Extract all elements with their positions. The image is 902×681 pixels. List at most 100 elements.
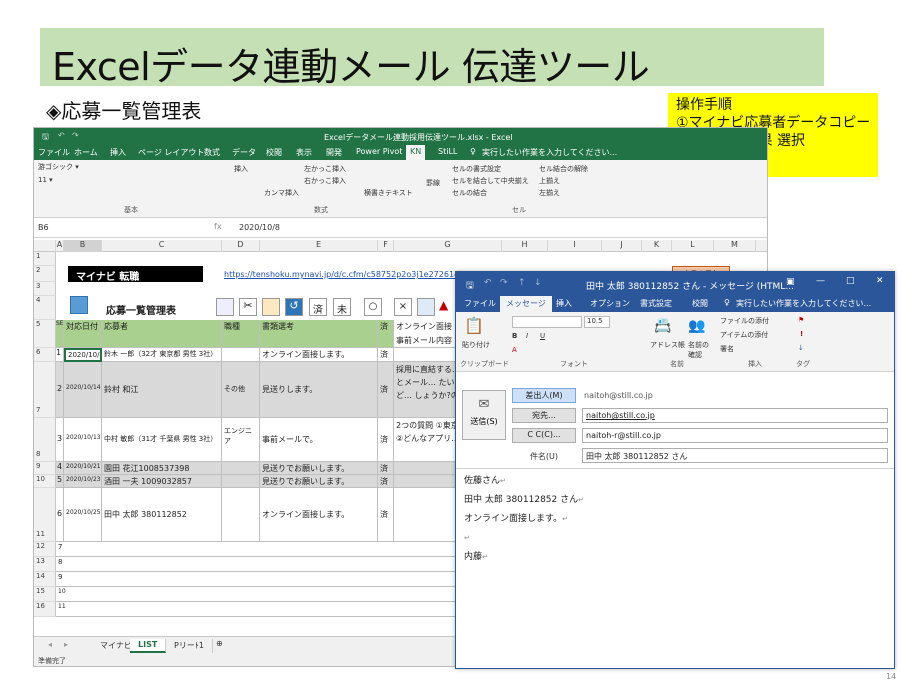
down-icon[interactable]: ↓	[534, 278, 542, 288]
insert-menu[interactable]: 挿入	[234, 164, 248, 174]
tab-developer[interactable]: 開発	[326, 147, 342, 158]
insert-right-paren[interactable]: 右かっこ挿入	[304, 176, 346, 186]
col-f[interactable]: F	[378, 240, 394, 252]
up-icon[interactable]: ↑	[518, 278, 526, 288]
tab-format[interactable]: 書式設定	[640, 298, 672, 309]
tab-page-layout[interactable]: ページ レイアウト	[138, 147, 204, 158]
col-g[interactable]: G	[394, 240, 502, 252]
tab-insert[interactable]: 挿入	[110, 147, 126, 158]
cut-icon[interactable]: ✂	[239, 298, 257, 316]
row-header[interactable]: 8	[34, 418, 56, 462]
align-left[interactable]: 左揃え	[539, 188, 560, 198]
unmerge-cells[interactable]: セル結合の解除	[539, 164, 588, 174]
bold-icon[interactable]: B	[512, 332, 517, 340]
row-header[interactable]: 5	[34, 320, 56, 348]
cell-screening[interactable]: 見送りします。	[260, 362, 378, 418]
insert-comma[interactable]: カンマ挿入	[264, 188, 299, 198]
tab-formulas[interactable]: 数式	[204, 147, 220, 158]
tab-file[interactable]: ファイル	[38, 147, 70, 158]
scroll-right-icon[interactable]: ▸	[64, 640, 68, 649]
row-header[interactable]: 9	[34, 462, 56, 475]
align-top[interactable]: 上揃え	[539, 176, 560, 186]
tab-file[interactable]: ファイル	[464, 298, 496, 309]
cell-seq[interactable]: 4	[56, 462, 64, 475]
cell-screening[interactable]: 見送りでお願いします。	[260, 475, 378, 488]
done-button[interactable]: 済	[309, 298, 327, 316]
ribbon-display-icon[interactable]: ▣	[786, 277, 795, 287]
col-h[interactable]: H	[502, 240, 548, 252]
col-i[interactable]: I	[548, 240, 602, 252]
formula-input[interactable]: 2020/10/8	[239, 223, 280, 232]
row-header[interactable]: 4	[34, 296, 56, 320]
cell-applicant[interactable]: 園田 花江1008537398	[102, 462, 222, 475]
cell-seq[interactable]: 11	[56, 602, 502, 617]
cell-seq[interactable]: 10	[56, 587, 502, 602]
cell-date[interactable]: 2020/10/25	[64, 488, 102, 542]
cell-job[interactable]	[222, 462, 260, 475]
flag-icon[interactable]: ⚑	[798, 316, 804, 324]
mynavi-link[interactable]: https://tenshoku.mynavi.jp/d/c.cfm/c5875…	[224, 270, 467, 279]
font-name-box[interactable]	[512, 316, 582, 328]
col-a[interactable]: A	[56, 240, 64, 252]
cell-date-selected[interactable]: 2020/10/8	[64, 348, 102, 362]
undo-icon[interactable]: ↶	[484, 278, 492, 288]
cell-seq[interactable]: 7	[56, 542, 502, 557]
font-size-box[interactable]: 10.5	[584, 316, 610, 328]
row-header[interactable]: 2	[34, 266, 56, 282]
tab-insert[interactable]: 挿入	[556, 298, 572, 309]
tab-options[interactable]: オプション	[590, 298, 630, 309]
cell-done[interactable]: 済	[378, 475, 394, 488]
save-icon[interactable]: 🖫	[42, 131, 49, 145]
high-importance-icon[interactable]: !	[800, 330, 803, 338]
font-color-icon[interactable]: A	[512, 346, 517, 354]
subject-field[interactable]: 田中 太郎 380112852 さん	[582, 448, 888, 463]
col-c[interactable]: C	[102, 240, 222, 252]
row-header[interactable]: 7	[34, 362, 56, 418]
col-e[interactable]: E	[260, 240, 378, 252]
address-book-button[interactable]: アドレス帳	[650, 340, 685, 350]
cell-applicant[interactable]: 鈴木 一郎（32才 東京都 男性 3社）	[102, 348, 222, 362]
message-body[interactable]: 佐藤さん↵ 田中 太郎 380112852 さん↵ オンライン面接します。↵ ↵…	[464, 472, 884, 662]
col-j[interactable]: J	[602, 240, 642, 252]
cell-applicant[interactable]: 酒田 一夫 1009032857	[102, 475, 222, 488]
tab-message[interactable]: メッセージ	[500, 296, 552, 312]
paste-button[interactable]: 貼り付け	[462, 340, 490, 350]
cell-job[interactable]	[222, 488, 260, 542]
horizontal-text[interactable]: 横書きテキスト	[364, 188, 413, 198]
not-done-button[interactable]: 未	[333, 298, 351, 316]
cell-date[interactable]: 2020/10/21	[64, 462, 102, 475]
col-k[interactable]: K	[642, 240, 672, 252]
check-names-button[interactable]: 名前の確認	[688, 340, 712, 360]
from-button[interactable]: 差出人(M)	[512, 388, 576, 403]
cc-field[interactable]: naitoh-r@still.co.jp	[582, 428, 888, 443]
row-header[interactable]: 6	[34, 348, 56, 362]
tab-review[interactable]: 校閲	[266, 147, 282, 158]
col-l[interactable]: L	[672, 240, 714, 252]
col-b[interactable]: B	[64, 240, 102, 252]
cell-screening[interactable]: オンライン面接します。	[260, 348, 378, 362]
cell-screening[interactable]: 事前メールで。	[260, 418, 378, 462]
tab-power-pivot[interactable]: Power Pivot	[356, 147, 402, 156]
paste-icon[interactable]	[262, 298, 280, 316]
cross-button[interactable]: ×	[394, 298, 412, 316]
row-header[interactable]: 15	[34, 587, 56, 602]
scroll-left-icon[interactable]: ◂	[48, 640, 52, 649]
col-m[interactable]: M	[714, 240, 756, 252]
tell-me-input[interactable]: 実行したい作業を入力してください...	[736, 298, 871, 309]
redo-icon[interactable]: ↷	[72, 131, 79, 140]
tab-data[interactable]: データ	[232, 147, 256, 158]
format-cells[interactable]: セルの書式設定	[452, 164, 501, 174]
cell-seq[interactable]: 1	[56, 348, 64, 362]
cell-seq[interactable]: 5	[56, 475, 64, 488]
send-button[interactable]: ✉ 送信(S)	[462, 390, 506, 440]
row-header[interactable]: 16	[34, 602, 56, 617]
row-header[interactable]: 12	[34, 542, 56, 557]
add-sheet-icon[interactable]: ⊕	[216, 639, 223, 648]
form-icon[interactable]	[70, 296, 88, 314]
paste-icon[interactable]: 📋	[464, 316, 484, 335]
row-header[interactable]: 10	[34, 475, 56, 488]
cell-date[interactable]: 2020/10/14	[64, 362, 102, 418]
row-header[interactable]: 13	[34, 557, 56, 572]
address-book-icon[interactable]: 📇	[654, 318, 671, 334]
circle-button[interactable]: ○	[364, 298, 382, 316]
